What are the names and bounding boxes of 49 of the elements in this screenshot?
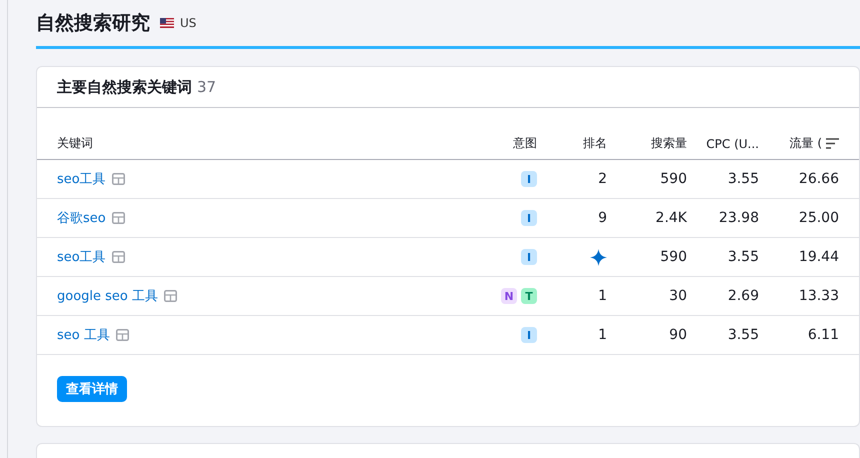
- traffic-cell-text: 26.66: [798, 171, 839, 187]
- intent-badge: I: [521, 249, 537, 265]
- volume-cell-text: 30: [668, 288, 687, 304]
- serp-icon[interactable]: [112, 173, 125, 185]
- flag-icon: [160, 18, 174, 28]
- serp-icon[interactable]: [116, 329, 129, 341]
- keyword-link[interactable]: google seo 工具: [57, 287, 158, 305]
- cpc-cell-text: 2.69: [726, 288, 759, 304]
- sparkle-icon: [590, 248, 607, 266]
- serp-icon[interactable]: [164, 290, 178, 302]
- keyword-link[interactable]: seo 工具: [57, 326, 110, 344]
- keyword-link[interactable]: 谷歌seo: [57, 209, 106, 227]
- column-header: 排名: [582, 135, 607, 152]
- traffic-cell-text: 6.11: [806, 327, 839, 343]
- cpc-cell-text: 3.55: [726, 327, 759, 343]
- keyword-count: 37: [197, 78, 216, 96]
- cpc-cell-text: 3.55: [726, 249, 759, 265]
- column-header: 搜索量: [650, 135, 687, 152]
- column-header: 关键词: [57, 135, 94, 152]
- view-details-button[interactable]: 查看详情: [57, 376, 127, 402]
- column-header: 意图: [512, 135, 537, 152]
- intent-badge: T: [521, 288, 537, 304]
- keyword-link[interactable]: seo工具: [57, 248, 106, 266]
- volume-cell-text: 90: [668, 327, 687, 343]
- cpc-cell-text: 23.98: [718, 210, 759, 226]
- intent-badge: I: [521, 171, 537, 187]
- traffic-cell-text: 13.33: [798, 288, 839, 304]
- region-label: US: [180, 16, 196, 30]
- intent-badge: I: [521, 210, 537, 226]
- intent-badge: N: [501, 288, 517, 304]
- rank-value: 1: [598, 288, 607, 304]
- serp-icon[interactable]: [112, 251, 125, 263]
- sort-icon[interactable]: [826, 138, 839, 149]
- volume-cell-text: 590: [659, 171, 687, 187]
- card-title: 主要自然搜索关键词: [57, 78, 192, 96]
- traffic-cell-text: 25.00: [798, 210, 839, 226]
- volume-cell-text: 2.4K: [654, 210, 687, 226]
- traffic-cell-text: 19.44: [798, 249, 839, 265]
- column-header: CPC (U...: [705, 136, 759, 150]
- column-header[interactable]: 流量 (: [790, 135, 822, 152]
- keyword-link[interactable]: seo工具: [57, 170, 106, 188]
- rank-value: 2: [598, 171, 607, 187]
- intent-badge: I: [521, 327, 537, 343]
- rank-value: 9: [598, 210, 607, 226]
- serp-icon[interactable]: [112, 212, 125, 224]
- rank-value: 1: [598, 327, 607, 343]
- cpc-cell-text: 3.55: [726, 171, 759, 187]
- page-title: 自然搜索研究: [36, 10, 150, 36]
- volume-cell-text: 590: [659, 249, 687, 265]
